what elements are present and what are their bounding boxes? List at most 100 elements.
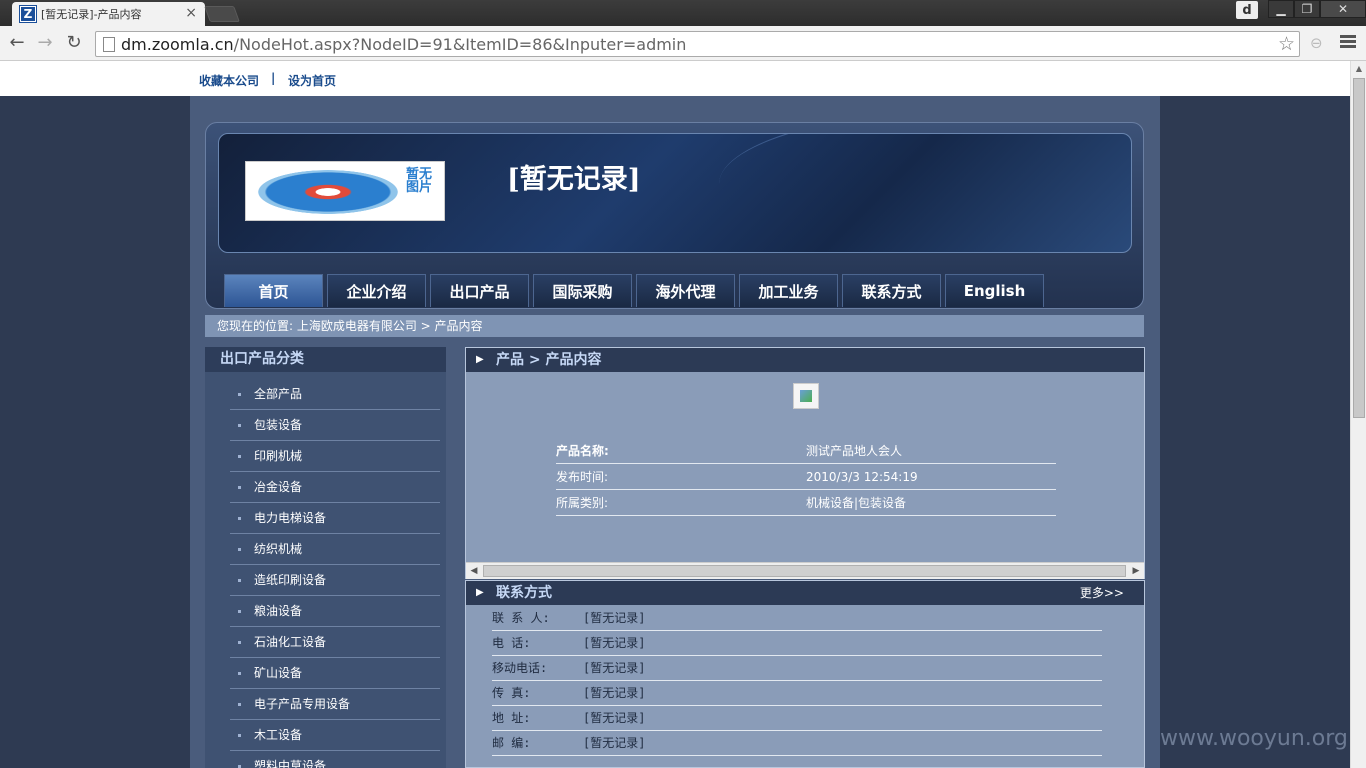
new-tab-button[interactable] xyxy=(204,6,240,22)
site-header: 暂无图片 [暂无记录] 首页 企业介绍 出口产品 国际采购 海外代理 加工业务 … xyxy=(205,122,1144,309)
contact-row: 联 系 人: [暂无记录] xyxy=(492,606,1102,631)
url-path: /NodeHot.aspx?NodeID=91&ItemID=86&Inpute… xyxy=(233,35,687,54)
contact-value: [暂无记录] xyxy=(583,636,646,650)
stop-icon[interactable]: ⊖ xyxy=(1310,34,1323,52)
detail-row-category: 所属类别: 机械设备|包装设备 xyxy=(556,490,1056,516)
contact-row: 电 话: [暂无记录] xyxy=(492,631,1102,656)
logo-text: 暂无图片 xyxy=(406,167,433,195)
user-profile-badge[interactable]: d xyxy=(1236,1,1258,19)
product-content-panel: ▶ 产品 > 产品内容 产品名称: 测试产品地人会人 发布时间: 2010/3/… xyxy=(465,347,1145,579)
toplink-separator: | xyxy=(271,71,276,85)
scrollbar-thumb[interactable] xyxy=(483,565,1126,577)
category-list: 全部产品 包装设备 印刷机械 冶金设备 电力电梯设备 纺织机械 造纸印刷设备 粮… xyxy=(230,379,440,768)
address-bar[interactable]: dm.zoomla.cn/NodeHot.aspx?NodeID=91&Item… xyxy=(95,31,1300,57)
tab-title: [暂无记录]-产品内容 xyxy=(41,8,142,21)
detail-label: 发布时间: xyxy=(556,470,609,484)
contact-value: [暂无记录] xyxy=(583,686,646,700)
detail-row-time: 发布时间: 2010/3/3 12:54:19 xyxy=(556,464,1056,490)
menu-icon[interactable] xyxy=(1340,35,1356,49)
sidebar-item-grain-oil[interactable]: 粮油设备 xyxy=(230,596,440,627)
sidebar-title: 出口产品分类 xyxy=(205,347,446,372)
contact-label: 邮 编: xyxy=(492,736,531,750)
browser-titlebar: Z [暂无记录]-产品内容 × d ▁ ❐ ✕ xyxy=(0,0,1366,26)
site-title: [暂无记录] xyxy=(507,164,641,195)
sidebar-item-textile[interactable]: 纺织机械 xyxy=(230,534,440,565)
url-text[interactable]: dm.zoomla.cn/NodeHot.aspx?NodeID=91&Item… xyxy=(121,35,686,54)
contact-label: 联 系 人: xyxy=(492,611,550,625)
arrow-right-icon: ▶ xyxy=(476,354,484,365)
detail-label: 产品名称: xyxy=(556,444,609,458)
contact-value: [暂无记录] xyxy=(583,661,646,675)
favicon-icon: Z xyxy=(19,5,37,23)
arrow-right-icon: ▶ xyxy=(476,587,484,598)
sidebar-item-packaging[interactable]: 包装设备 xyxy=(230,410,440,441)
sidebar-item-woodworking[interactable]: 木工设备 xyxy=(230,720,440,751)
nav-item-contact[interactable]: 联系方式 xyxy=(842,274,941,307)
sidebar-item-printing[interactable]: 印刷机械 xyxy=(230,441,440,472)
sidebar-item-electronics[interactable]: 电子产品专用设备 xyxy=(230,689,440,720)
sidebar-item-all-products[interactable]: 全部产品 xyxy=(230,379,440,410)
breadcrumb: 您现在的位置: 上海欧成电器有限公司 > 产品内容 xyxy=(205,315,1144,337)
more-link[interactable]: 更多>> xyxy=(1080,581,1124,605)
scroll-up-icon[interactable]: ▲ xyxy=(1351,61,1366,77)
main-nav: 首页 企业介绍 出口产品 国际采购 海外代理 加工业务 联系方式 English xyxy=(224,274,1048,307)
product-panel-title: 产品 > 产品内容 xyxy=(496,352,602,368)
contact-label: 电 话: xyxy=(492,636,531,650)
scroll-left-icon[interactable]: ◀ xyxy=(466,563,482,579)
sidebar-item-mining[interactable]: 矿山设备 xyxy=(230,658,440,689)
nav-item-overseas-agent[interactable]: 海外代理 xyxy=(636,274,735,307)
sidebar-item-papermaking[interactable]: 造纸印刷设备 xyxy=(230,565,440,596)
contact-row: 地 址: [暂无记录] xyxy=(492,706,1102,731)
contact-row: 传 真: [暂无记录] xyxy=(492,681,1102,706)
forward-icon[interactable]: → xyxy=(34,33,56,53)
nav-item-processing[interactable]: 加工业务 xyxy=(739,274,838,307)
reload-icon[interactable]: ↻ xyxy=(63,33,85,53)
restore-icon[interactable]: ❐ xyxy=(1294,0,1320,18)
company-logo[interactable]: 暂无图片 xyxy=(245,161,445,221)
contact-panel-header: ▶ 联系方式 更多>> xyxy=(466,581,1144,605)
vertical-scrollbar[interactable]: ▲ xyxy=(1350,61,1366,768)
nav-item-home[interactable]: 首页 xyxy=(224,274,323,307)
sidebar-item-plastic[interactable]: 塑料中草设备 xyxy=(230,751,440,768)
browser-tab[interactable]: Z [暂无记录]-产品内容 × xyxy=(12,2,205,26)
scroll-right-icon[interactable]: ▶ xyxy=(1128,563,1144,579)
main-container: 暂无图片 [暂无记录] 首页 企业介绍 出口产品 国际采购 海外代理 加工业务 … xyxy=(190,96,1160,768)
contact-row: 移动电话: [暂无记录] xyxy=(492,656,1102,681)
contact-label: 地 址: xyxy=(492,711,531,725)
url-domain: dm.zoomla.cn xyxy=(121,35,234,54)
contact-label: 传 真: xyxy=(492,686,531,700)
contact-panel: ▶ 联系方式 更多>> 联 系 人: [暂无记录] 电 话: [暂无记录] 移动… xyxy=(465,580,1145,768)
minimize-icon[interactable]: ▁ xyxy=(1268,0,1294,18)
detail-value: 2010/3/3 12:54:19 xyxy=(806,470,918,484)
header-banner: 暂无图片 [暂无记录] xyxy=(218,133,1132,253)
set-homepage-link[interactable]: 设为首页 xyxy=(288,72,336,89)
nav-item-about[interactable]: 企业介绍 xyxy=(327,274,426,307)
page-icon xyxy=(103,37,115,52)
nav-item-english[interactable]: English xyxy=(945,274,1044,307)
contact-value: [暂无记录] xyxy=(583,711,646,725)
category-sidebar: 出口产品分类 全部产品 包装设备 印刷机械 冶金设备 电力电梯设备 纺织机械 造… xyxy=(205,347,446,768)
watermark: www.wooyun.org xyxy=(1160,726,1348,751)
top-link-strip: 收藏本公司 | 设为首页 xyxy=(0,61,1350,96)
back-icon[interactable]: ← xyxy=(6,33,28,53)
page-viewport: 收藏本公司 | 设为首页 暂无图片 [暂无记录] 首页 企业介绍 出口产品 国际… xyxy=(0,61,1350,768)
bookmark-company-link[interactable]: 收藏本公司 xyxy=(199,72,259,89)
vertical-scrollbar-thumb[interactable] xyxy=(1353,78,1365,418)
browser-toolbar: ← → ↻ dm.zoomla.cn/NodeHot.aspx?NodeID=9… xyxy=(0,26,1366,61)
detail-value: 机械设备|包装设备 xyxy=(806,496,907,510)
product-image[interactable] xyxy=(793,383,819,409)
contact-value: [暂无记录] xyxy=(583,736,646,750)
nav-item-procurement[interactable]: 国际采购 xyxy=(533,274,632,307)
contact-panel-title: 联系方式 xyxy=(496,585,552,601)
detail-value: 测试产品地人会人 xyxy=(806,444,903,458)
contact-value: [暂无记录] xyxy=(583,611,646,625)
sidebar-item-metallurgy[interactable]: 冶金设备 xyxy=(230,472,440,503)
contact-label: 移动电话: xyxy=(492,661,548,675)
bookmark-star-icon[interactable]: ☆ xyxy=(1278,33,1295,55)
close-window-icon[interactable]: ✕ xyxy=(1320,0,1366,18)
sidebar-item-power-elevator[interactable]: 电力电梯设备 xyxy=(230,503,440,534)
horizontal-scrollbar[interactable]: ◀ ▶ xyxy=(466,562,1144,579)
nav-item-export-products[interactable]: 出口产品 xyxy=(430,274,529,307)
tab-close-icon[interactable]: × xyxy=(185,5,197,21)
sidebar-item-petrochemical[interactable]: 石油化工设备 xyxy=(230,627,440,658)
